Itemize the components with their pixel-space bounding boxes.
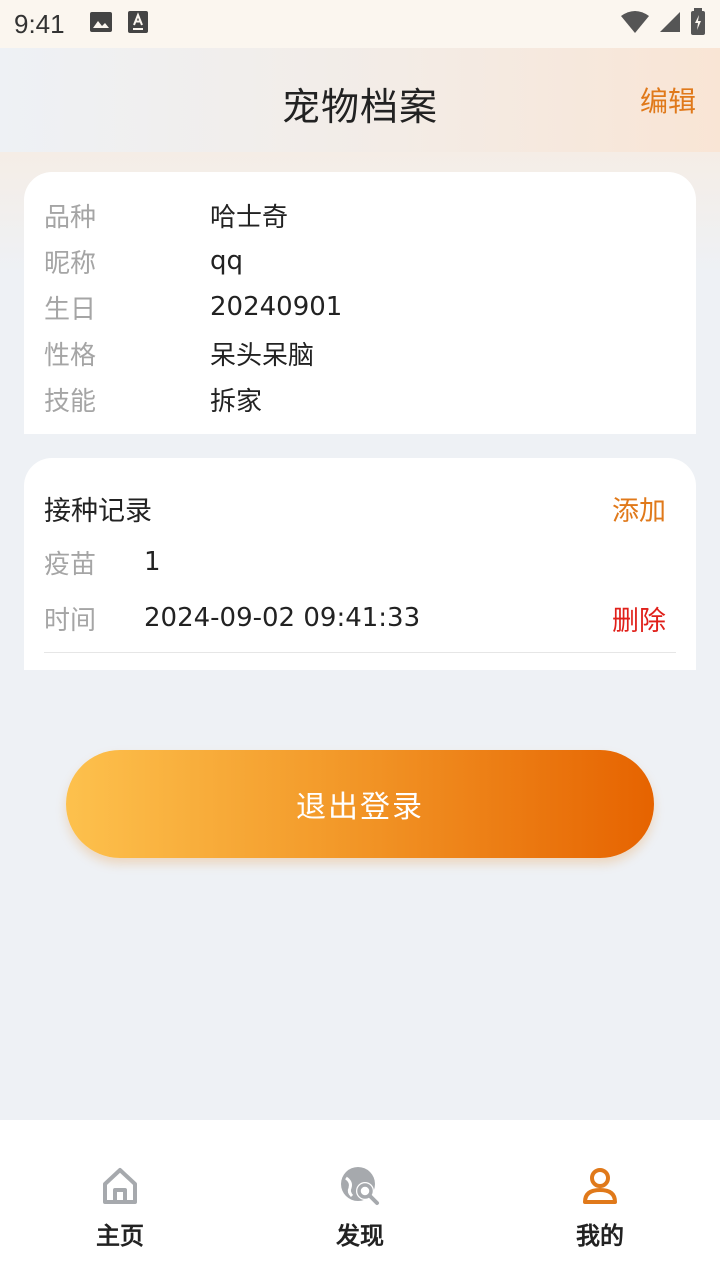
personality-label: 性格 <box>44 340 97 371</box>
page-title: 宠物档案 <box>281 85 438 129</box>
signal-icon <box>658 10 682 38</box>
time-value: 2024-09-02 09:41:33 <box>144 603 421 633</box>
vaccination-header: 接种记录 添加 <box>44 482 676 534</box>
status-bar: 9:41 <box>0 0 720 48</box>
edit-button[interactable]: 编辑 <box>640 80 696 120</box>
personality-value: 呆头呆脑 <box>210 340 315 371</box>
record-divider <box>44 652 676 653</box>
header: 宠物档案 编辑 <box>0 48 720 152</box>
vaccine-value: 1 <box>144 547 161 577</box>
status-time: 9:41 <box>14 8 65 39</box>
vaccination-title: 接种记录 <box>44 495 152 527</box>
profile-icon <box>578 1164 622 1208</box>
info-row-personality: 性格 呆头呆脑 <box>44 330 676 376</box>
skill-label: 技能 <box>44 386 97 417</box>
skill-value: 拆家 <box>210 386 263 417</box>
info-row-breed: 品种 哈士奇 <box>44 192 676 238</box>
nickname-value: qq <box>210 246 244 276</box>
bottom-tab-bar: 主页 发现 我的 <box>0 1120 720 1280</box>
tab-discover-label: 发现 <box>336 1222 384 1250</box>
vaccination-card: 接种记录 添加 疫苗 1 时间 2024-09-02 09:41:33 删除 <box>24 458 696 670</box>
birthday-value: 20240901 <box>210 292 343 322</box>
image-notification-icon <box>89 11 113 37</box>
logout-button[interactable]: 退出登录 <box>66 750 654 858</box>
vaccine-row: 疫苗 1 <box>44 534 676 590</box>
discover-icon <box>338 1164 382 1208</box>
vaccine-time-row: 时间 2024-09-02 09:41:33 删除 <box>44 590 676 646</box>
keyboard-notification-icon <box>127 10 149 38</box>
tab-home[interactable]: 主页 <box>0 1120 240 1280</box>
info-row-nickname: 昵称 qq <box>44 238 676 284</box>
breed-value: 哈士奇 <box>210 202 289 233</box>
time-label: 时间 <box>44 605 97 636</box>
tab-home-label: 主页 <box>96 1222 144 1250</box>
vaccine-label: 疫苗 <box>44 549 97 580</box>
info-row-skill: 技能 拆家 <box>44 376 676 422</box>
breed-label: 品种 <box>44 202 97 233</box>
tab-profile[interactable]: 我的 <box>480 1120 720 1280</box>
wifi-icon <box>620 10 650 38</box>
tab-profile-label: 我的 <box>576 1222 624 1250</box>
nickname-label: 昵称 <box>44 248 97 279</box>
tab-discover[interactable]: 发现 <box>240 1120 480 1280</box>
pet-info-card: 品种 哈士奇 昵称 qq 生日 20240901 性格 呆头呆脑 技能 拆家 <box>24 172 696 434</box>
info-row-birthday: 生日 20240901 <box>44 284 676 330</box>
battery-icon <box>690 8 706 40</box>
add-vaccination-button[interactable]: 添加 <box>612 489 666 528</box>
birthday-label: 生日 <box>44 294 97 325</box>
home-icon <box>98 1164 142 1208</box>
delete-record-button[interactable]: 删除 <box>612 599 666 638</box>
